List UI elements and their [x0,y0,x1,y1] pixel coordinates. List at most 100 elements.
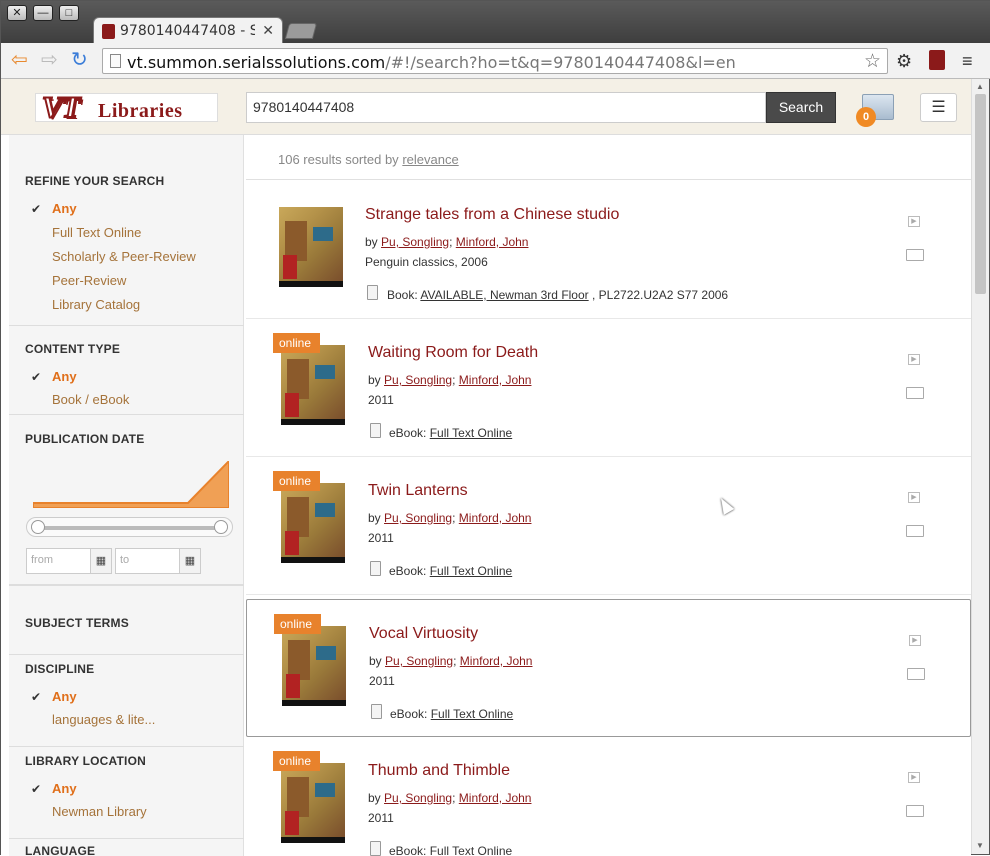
extension-icon[interactable] [929,50,945,70]
availability-link[interactable]: AVAILABLE, Newman 3rd Floor [420,288,588,302]
library-location-any[interactable]: Any [52,781,77,796]
language-heading[interactable]: LANGUAGE [25,844,95,856]
book-cover-image[interactable] [281,763,345,843]
preview-icon[interactable]: ▶ [908,492,920,503]
subject-terms-section: SUBJECT TERMS [9,585,244,655]
add-to-folder-icon[interactable] [906,387,924,399]
author-link[interactable]: Pu, Songling [381,235,449,249]
author-link[interactable]: Pu, Songling [385,654,453,668]
availability-link[interactable]: Full Text Online [430,426,512,440]
author-link[interactable]: Minford, John [459,791,532,805]
book-icon [367,285,378,300]
search-input[interactable]: 9780140447408 [246,92,766,123]
scroll-thumb[interactable] [975,94,986,294]
result-title[interactable]: Waiting Room for Death [368,344,538,362]
author-link[interactable]: Pu, Songling [384,373,452,387]
gear-icon[interactable]: ⚙ [896,51,912,72]
result-title[interactable]: Vocal Virtuosity [369,625,478,643]
date-range-slider[interactable] [26,517,233,537]
site-header: VT Libraries 9780140447408 Search 0 ☰ [1,79,971,135]
ebook-icon [370,423,381,438]
refine-library-catalog[interactable]: Library Catalog [52,297,140,312]
browser-tab[interactable]: 9780140447408 - Sou ✕ [93,17,283,44]
scroll-up-icon[interactable]: ▲ [976,82,984,91]
result-publication: 2011 [368,531,394,545]
availability-link[interactable]: Full Text Online [430,844,512,856]
back-arrow-icon[interactable]: ⇦ [11,49,28,71]
preview-icon[interactable]: ▶ [909,635,921,646]
vt-libraries-logo[interactable]: VT Libraries [35,90,218,125]
content-type-any[interactable]: Any [52,369,77,384]
refine-scholarly[interactable]: Scholarly & Peer-Review [52,249,196,264]
result-item: online Thumb and Thimble by Pu, Songling… [246,737,971,856]
minimize-window-button[interactable]: — [33,5,53,21]
publication-date-heading: PUBLICATION DATE [25,432,145,446]
online-badge: online [273,333,320,353]
result-publication: Penguin classics, 2006 [365,255,488,269]
availability-link[interactable]: Full Text Online [431,707,513,721]
author-link[interactable]: Minford, John [460,654,533,668]
favicon-icon [102,24,115,39]
address-bar[interactable]: vt.summon.serialssolutions.com/#!/search… [102,48,888,74]
calendar-icon[interactable]: ▦ [179,549,200,573]
library-location-newman[interactable]: Newman Library [52,804,147,819]
add-to-folder-icon[interactable] [906,805,924,817]
date-to-field[interactable]: to ▦ [115,548,201,574]
chrome-menu-icon[interactable]: ≡ [962,51,973,72]
subject-terms-heading[interactable]: SUBJECT TERMS [25,616,129,630]
preview-icon[interactable]: ▶ [908,772,920,783]
refine-any[interactable]: Any [52,201,77,216]
result-publication: 2011 [369,674,395,688]
result-title[interactable]: Twin Lanterns [368,482,468,500]
online-badge: online [274,614,321,634]
hamburger-menu-button[interactable]: ☰ [920,93,957,122]
close-window-button[interactable]: ✕ [7,5,27,21]
maximize-window-button[interactable]: □ [59,5,79,21]
result-publication: 2011 [368,393,394,407]
discipline-any[interactable]: Any [52,689,77,704]
book-cover-image[interactable] [281,483,345,563]
add-to-folder-icon[interactable] [907,668,925,680]
result-title[interactable]: Thumb and Thimble [368,762,510,780]
book-cover-image[interactable] [281,345,345,425]
author-link[interactable]: Minford, John [459,511,532,525]
tab-close-icon[interactable]: ✕ [262,22,274,39]
new-tab-button[interactable] [284,23,318,39]
author-link[interactable]: Minford, John [456,235,529,249]
refine-heading: REFINE YOUR SEARCH [25,174,165,188]
titlebar: ✕ — □ 9780140447408 - Sou ✕ [1,1,990,44]
calendar-icon[interactable]: ▦ [90,549,111,573]
result-availability: Book: AVAILABLE, Newman 3rd Floor , PL27… [387,288,729,302]
author-link[interactable]: Pu, Songling [384,511,452,525]
result-item: online Vocal Virtuosity by Pu, Songling;… [246,599,971,737]
preview-icon[interactable]: ▶ [908,216,920,227]
book-cover-image[interactable] [279,207,343,287]
search-button[interactable]: Search [766,92,836,123]
author-link[interactable]: Minford, John [459,373,532,387]
book-cover-image[interactable] [282,626,346,706]
bookmark-star-icon[interactable]: ☆ [864,50,881,73]
reload-icon[interactable]: ↻ [71,49,88,71]
date-from-field[interactable]: from ▦ [26,548,112,574]
slider-start-handle[interactable] [31,520,45,534]
result-authors: by Pu, Songling; Minford, John [368,373,532,387]
slider-end-handle[interactable] [214,520,228,534]
discipline-languages[interactable]: languages & lite... [52,712,155,727]
discipline-section: DISCIPLINE ✔ Any languages & lite... [9,655,244,747]
refine-full-text[interactable]: Full Text Online [52,225,141,240]
result-title[interactable]: Strange tales from a Chinese studio [365,206,619,224]
availability-link[interactable]: Full Text Online [430,564,512,578]
add-to-folder-icon[interactable] [906,525,924,537]
author-link[interactable]: Pu, Songling [384,791,452,805]
sort-link[interactable]: relevance [402,152,458,167]
preview-icon[interactable]: ▶ [908,354,920,365]
result-publication: 2011 [368,811,394,825]
page-scrollbar[interactable]: ▲ ▼ [971,79,989,854]
refine-peer-review[interactable]: Peer-Review [52,273,126,288]
add-to-folder-icon[interactable] [906,249,924,261]
scroll-down-icon[interactable]: ▼ [976,841,984,850]
discipline-heading: DISCIPLINE [25,662,95,676]
content-type-book[interactable]: Book / eBook [52,392,129,407]
forward-arrow-icon[interactable]: ⇨ [41,49,58,71]
content-type-section: CONTENT TYPE ✔ Any Book / eBook [9,326,244,415]
